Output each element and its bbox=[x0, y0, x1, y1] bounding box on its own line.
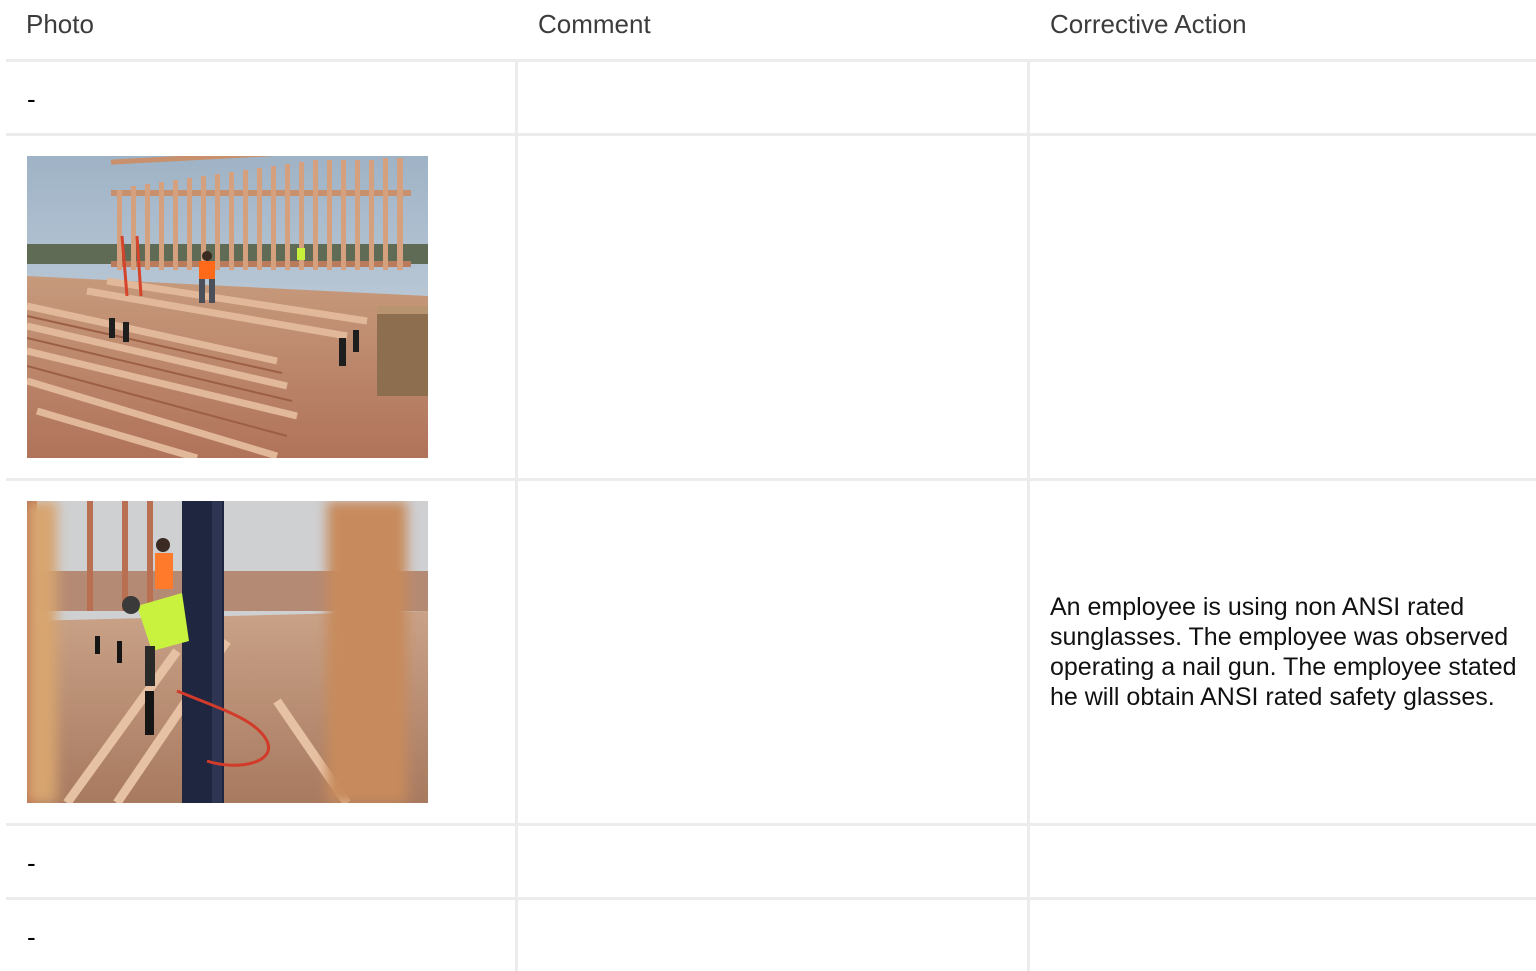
nail-gun-photo[interactable] bbox=[27, 501, 428, 803]
empty-photo-dash: - bbox=[27, 848, 36, 878]
inspection-table: Photo Comment Corrective Action - An emp… bbox=[6, 0, 1536, 971]
header-photo: Photo bbox=[26, 9, 94, 39]
action-cell bbox=[1030, 900, 1536, 971]
comment-cell bbox=[518, 136, 1030, 478]
table-row bbox=[6, 136, 1536, 481]
comment-cell bbox=[518, 900, 1030, 971]
framing-photo[interactable] bbox=[27, 156, 428, 458]
comment-cell bbox=[518, 826, 1030, 897]
header-comment: Comment bbox=[538, 9, 651, 39]
table-row: - bbox=[6, 900, 1536, 971]
action-cell: An employee is using non ANSI rated sung… bbox=[1030, 481, 1536, 823]
comment-cell bbox=[518, 481, 1030, 823]
photo-cell: - bbox=[6, 826, 518, 897]
corrective-action-text: An employee is using non ANSI rated sung… bbox=[1050, 593, 1517, 711]
table-row: An employee is using non ANSI rated sung… bbox=[6, 481, 1536, 826]
empty-photo-dash: - bbox=[27, 84, 36, 114]
table-row: - bbox=[6, 62, 1536, 136]
table-row: - bbox=[6, 826, 1536, 900]
action-cell bbox=[1030, 826, 1536, 897]
photo-cell: - bbox=[6, 62, 518, 133]
table-header: Photo Comment Corrective Action bbox=[6, 0, 1536, 62]
empty-photo-dash: - bbox=[27, 922, 36, 952]
photo-cell bbox=[6, 481, 518, 823]
action-cell bbox=[1030, 62, 1536, 133]
action-cell bbox=[1030, 136, 1536, 478]
photo-cell: - bbox=[6, 900, 518, 971]
comment-cell bbox=[518, 62, 1030, 133]
header-corrective-action: Corrective Action bbox=[1050, 9, 1247, 39]
photo-cell bbox=[6, 136, 518, 478]
